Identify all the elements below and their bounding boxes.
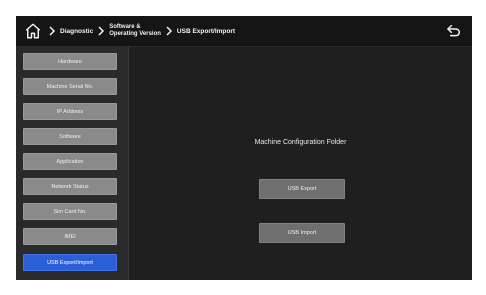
breadcrumb-operating-version-line: Operating Version: [109, 31, 161, 37]
breadcrumb-software-operating-version[interactable]: Software & Operating Version: [109, 24, 161, 38]
usb-import-button[interactable]: USB Import: [259, 223, 345, 243]
chevron-right-icon: [47, 25, 57, 37]
breadcrumb-software-line: Software &: [109, 24, 141, 30]
sidebar-item-hardware[interactable]: Hardware: [23, 53, 117, 70]
sidebar-item-application[interactable]: Application: [23, 153, 117, 170]
sidebar-item-usb-export-import[interactable]: USB Export/Import: [23, 254, 117, 271]
sidebar: Hardware Machine Serial No. IP Address S…: [16, 47, 129, 280]
sidebar-item-machine-serial-no[interactable]: Machine Serial No.: [23, 78, 117, 95]
home-icon[interactable]: [22, 20, 44, 42]
back-arrow-icon[interactable]: [444, 21, 464, 41]
machine-configuration-folder-title: Machine Configuration Folder: [254, 139, 347, 146]
app-screen: Diagnostic Software & Operating Version …: [16, 16, 472, 280]
breadcrumb-usb-export-import: USB Export/Import: [176, 27, 236, 35]
sidebar-item-sim-card-no[interactable]: Sim Card No.: [23, 203, 117, 220]
breadcrumb-diagnostic[interactable]: Diagnostic: [60, 28, 93, 35]
main-panel: Machine Configuration Folder USB Export …: [129, 47, 472, 280]
sidebar-item-software[interactable]: Software: [23, 128, 117, 145]
sidebar-item-imei[interactable]: IMEI: [23, 228, 117, 245]
chevron-right-icon: [96, 25, 106, 37]
sidebar-item-network-status[interactable]: Network Status: [23, 178, 117, 195]
chevron-right-icon: [164, 25, 174, 37]
top-navigation-bar: Diagnostic Software & Operating Version …: [16, 16, 472, 47]
sidebar-item-ip-address[interactable]: IP Address: [23, 103, 117, 120]
usb-export-button[interactable]: USB Export: [259, 179, 345, 199]
